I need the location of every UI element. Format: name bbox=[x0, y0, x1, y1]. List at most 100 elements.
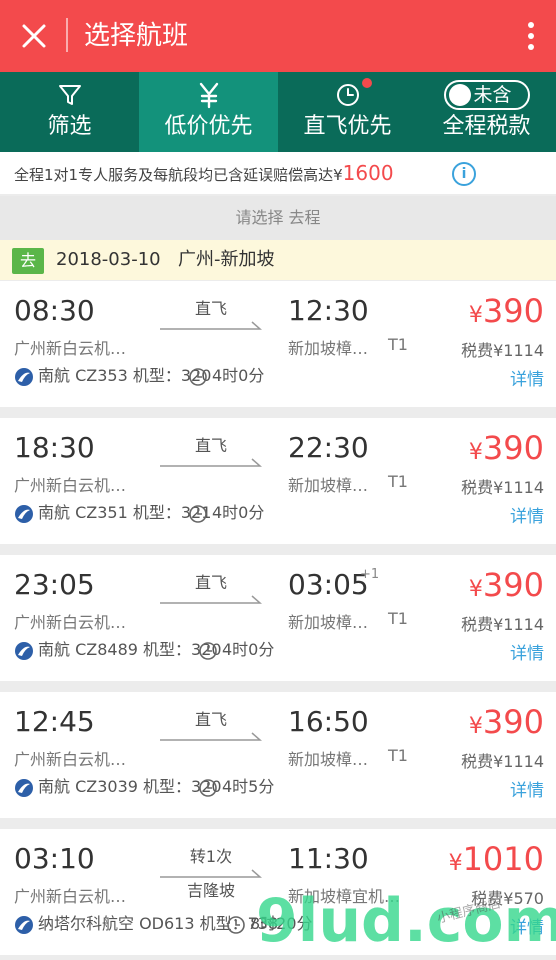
notice-text: 全程1对1专人服务及每航段均已含延误赔偿高达¥ bbox=[14, 166, 343, 184]
route-arrow bbox=[160, 321, 262, 330]
arrival-time: 11:30 bbox=[288, 842, 369, 875]
watermark-logo: 9lud.com bbox=[256, 886, 556, 956]
stop-info: 直飞 bbox=[194, 710, 227, 729]
select-hint: 请选择 去程 bbox=[0, 196, 556, 240]
close-icon[interactable] bbox=[18, 20, 50, 52]
detail-link[interactable]: 详情 bbox=[510, 365, 544, 390]
duration-clock-icon bbox=[199, 779, 217, 797]
flight-card[interactable]: 12:45 直飞 16:50 广州新白云机… 新加坡樟… T1 ¥390 税费¥1114 详情 南… bbox=[0, 692, 556, 818]
trip-date: 2018-03-10 bbox=[56, 249, 161, 270]
sort-price-button[interactable]: 低价优先 bbox=[139, 72, 278, 152]
route-arrow bbox=[160, 595, 262, 604]
title-bar: 选择航班 bbox=[0, 0, 556, 72]
detail-link[interactable]: 详情 bbox=[510, 776, 544, 801]
flight-card[interactable]: 18:30 直飞 22:30 广州新白云机… 新加坡樟… T1 ¥390 税费¥1114 详情 南… bbox=[0, 418, 556, 544]
info-icon[interactable]: i bbox=[452, 162, 476, 186]
departure-airport: 广州新白云机… bbox=[14, 887, 127, 906]
flight-duration: 4时0分 bbox=[212, 503, 265, 522]
arrival-terminal: T1 bbox=[388, 609, 408, 628]
page-title: 选择航班 bbox=[84, 21, 189, 51]
airline-info: 南航 CZ8489 机型：320 bbox=[38, 640, 222, 659]
airline-logo-icon bbox=[15, 916, 33, 934]
arrival-airport: 新加坡樟… bbox=[288, 750, 369, 769]
tax-amount: 税费¥1114 bbox=[461, 752, 544, 771]
arrival-airport: 新加坡樟… bbox=[288, 476, 369, 495]
arrival-terminal: T1 bbox=[388, 335, 408, 354]
flight-card[interactable]: 08:30 直飞 12:30 广州新白云机… 新加坡樟… T1 ¥390 税费¥1114 详情 南… bbox=[0, 281, 556, 407]
toggle-label: 未含 bbox=[473, 84, 512, 106]
yen-icon bbox=[199, 82, 218, 109]
detail-link[interactable]: 详情 bbox=[510, 502, 544, 527]
price-currency: ¥ bbox=[468, 440, 483, 465]
sort-bar: 筛选 低价优先 直飞优先 未含 全程税款 bbox=[0, 72, 556, 152]
departure-time: 18:30 bbox=[14, 431, 95, 464]
price-value: 390 bbox=[482, 566, 544, 604]
price-currency: ¥ bbox=[468, 577, 483, 602]
more-menu-icon[interactable] bbox=[526, 20, 536, 52]
arrival-time: 22:30 bbox=[288, 431, 369, 464]
departure-time: 23:05 bbox=[14, 568, 95, 601]
departure-time: 08:30 bbox=[14, 294, 95, 327]
price-currency: ¥ bbox=[468, 303, 483, 328]
trip-direction-tag: 去 bbox=[12, 248, 44, 274]
airline-logo-icon bbox=[15, 368, 33, 386]
flight-duration: 4时0分 bbox=[222, 640, 275, 659]
trip-date-bar: 去 2018-03-10 广州-新加坡 bbox=[0, 240, 556, 280]
airline-logo-icon bbox=[15, 505, 33, 523]
tax-toggle-label: 全程税款 bbox=[442, 114, 531, 139]
departure-airport: 广州新白云机… bbox=[14, 476, 127, 495]
departure-airport: 广州新白云机… bbox=[14, 613, 127, 632]
price-value: 390 bbox=[482, 292, 544, 330]
filter-icon bbox=[58, 85, 81, 105]
stop-info: 直飞 bbox=[194, 299, 227, 318]
filter-button[interactable]: 筛选 bbox=[0, 72, 139, 152]
airline-logo-icon bbox=[15, 779, 33, 797]
duration-clock-icon bbox=[227, 916, 245, 934]
departure-time: 12:45 bbox=[14, 705, 95, 738]
departure-time: 03:10 bbox=[14, 842, 95, 875]
flight-price: ¥1010 bbox=[449, 839, 544, 884]
tax-toggle-button[interactable]: 未含 全程税款 bbox=[417, 72, 556, 152]
departure-airport: 广州新白云机… bbox=[14, 750, 127, 769]
arrival-time: 12:30 bbox=[288, 294, 369, 327]
arrival-airport: 新加坡樟… bbox=[288, 339, 369, 358]
flight-price: ¥390 bbox=[469, 702, 544, 747]
stop-info: 直飞 bbox=[194, 436, 227, 455]
price-currency: ¥ bbox=[448, 851, 463, 876]
flight-card[interactable]: 23:05 直飞 03:05 +1 广州新白云机… 新加坡樟… T1 ¥390 税费¥1114 详… bbox=[0, 555, 556, 681]
airline-info: 南航 CZ351 机型：321 bbox=[38, 503, 212, 522]
detail-link[interactable]: 详情 bbox=[510, 639, 544, 664]
notification-dot bbox=[362, 78, 372, 88]
airline-info: 南航 CZ353 机型：320 bbox=[38, 366, 212, 385]
airline-info: 南航 CZ3039 机型：320 bbox=[38, 777, 222, 796]
arrival-terminal: T1 bbox=[388, 472, 408, 491]
duration-clock-icon bbox=[199, 642, 217, 660]
notice-amount: 1600 bbox=[342, 161, 394, 185]
departure-airport: 广州新白云机… bbox=[14, 339, 127, 358]
sort-direct-button[interactable]: 直飞优先 bbox=[278, 72, 417, 152]
via-city: 吉隆坡 bbox=[186, 881, 235, 900]
price-value: 390 bbox=[482, 429, 544, 467]
stop-info: 直飞 bbox=[194, 573, 227, 592]
sort-price-label: 低价优先 bbox=[164, 114, 253, 139]
flight-price: ¥390 bbox=[469, 428, 544, 473]
price-value: 1010 bbox=[462, 840, 544, 878]
duration-clock-icon bbox=[189, 505, 207, 523]
tax-amount: 税费¥1114 bbox=[461, 478, 544, 497]
flight-price: ¥390 bbox=[469, 291, 544, 336]
next-day-marker: +1 bbox=[360, 567, 380, 582]
tax-amount: 税费¥1114 bbox=[461, 341, 544, 360]
flight-price: ¥390 bbox=[469, 565, 544, 610]
service-notice: 全程1对1专人服务及每航段均已含延误赔偿高达¥1600 i bbox=[0, 152, 556, 194]
trip-route: 广州-新加坡 bbox=[178, 249, 275, 270]
watermark-main: 9lud bbox=[256, 886, 404, 956]
tax-toggle-switch[interactable]: 未含 bbox=[443, 80, 530, 110]
price-currency: ¥ bbox=[468, 714, 483, 739]
flight-duration: 4时5分 bbox=[222, 777, 275, 796]
route-arrow bbox=[160, 732, 262, 741]
tax-amount: 税费¥1114 bbox=[461, 615, 544, 634]
price-value: 390 bbox=[482, 703, 544, 741]
arrival-time: 03:05 bbox=[288, 568, 369, 601]
sort-direct-label: 直飞优先 bbox=[303, 114, 392, 139]
airline-logo-icon bbox=[15, 642, 33, 660]
